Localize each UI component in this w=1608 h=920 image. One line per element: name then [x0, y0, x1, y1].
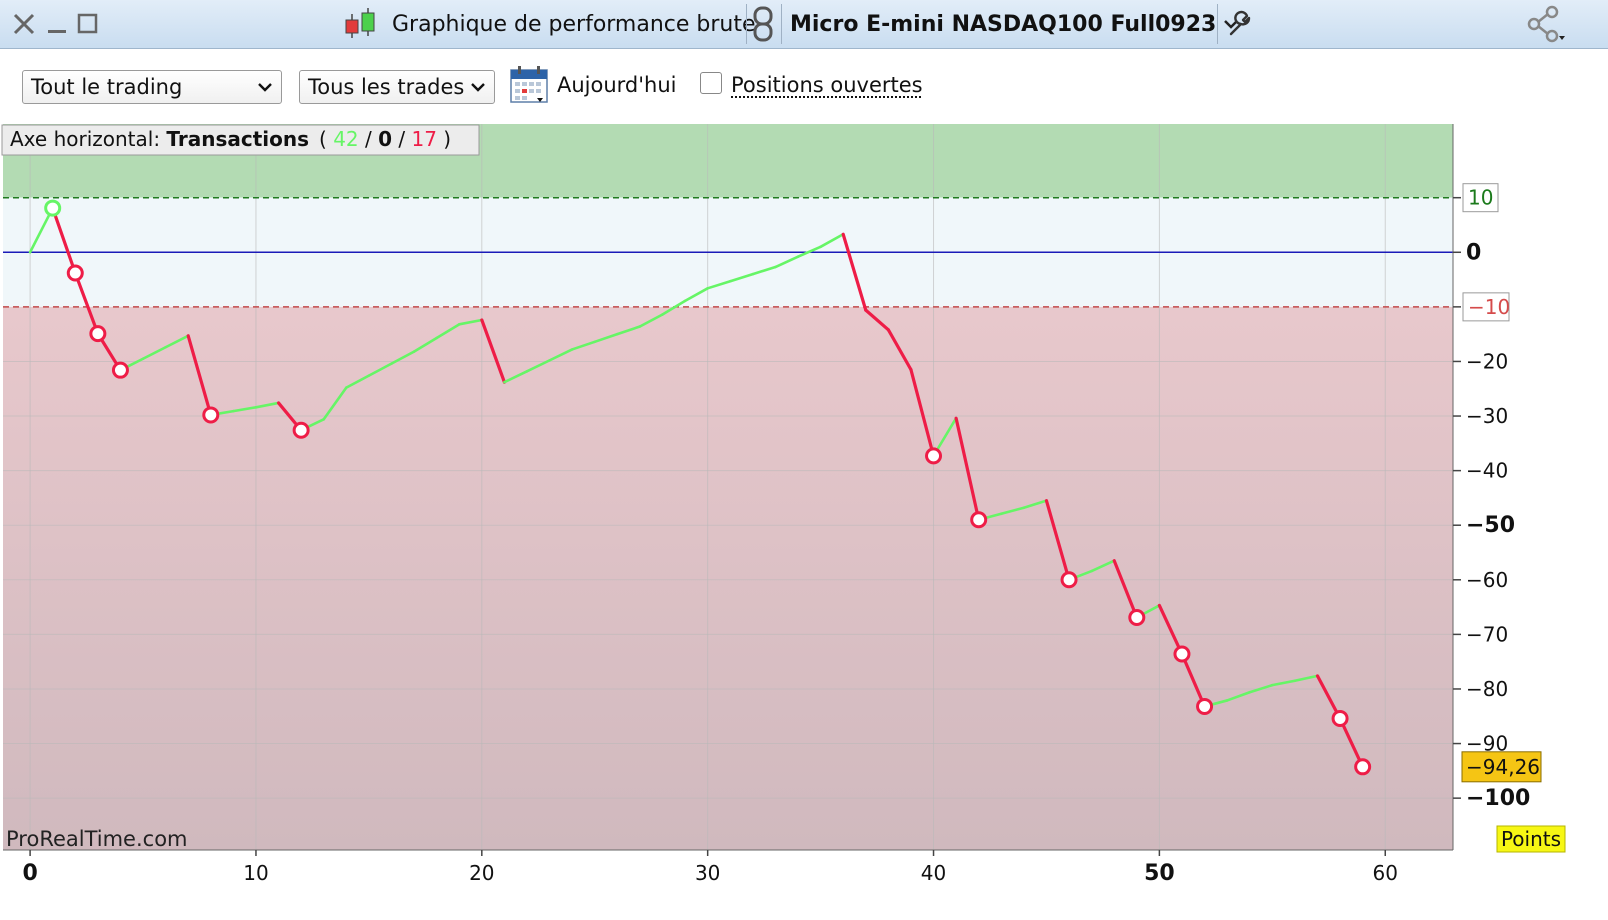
maximize-button[interactable]: [77, 0, 99, 48]
x-axis-ticks: 0 10 20 30 40 50 60: [22, 850, 1398, 886]
unit-badge: Points: [1496, 825, 1566, 853]
loss-marker: [66, 264, 84, 282]
loss-marker: [1060, 571, 1078, 589]
legend-text: Axe horizontal: Transactions ( 42 / 0 / 1…: [10, 127, 451, 151]
loss-marker: [970, 511, 988, 529]
period-select-value: Tout le trading: [31, 75, 183, 99]
legend: Axe horizontal: Transactions ( 42 / 0 / 1…: [1, 124, 480, 156]
x-tick-label: 10: [243, 861, 268, 885]
candlestick-icon: [345, 8, 375, 38]
watermark: ProRealTime.com: [6, 827, 188, 851]
close-button[interactable]: [12, 0, 36, 48]
window-title: Graphique de performance brute: [392, 11, 756, 37]
upper-threshold-badge: 10: [1462, 183, 1499, 213]
y-tick-label: −40: [1466, 459, 1508, 483]
x-tick-label: 0: [22, 861, 37, 886]
legend-wins: 42: [333, 127, 358, 151]
x-tick-label: 50: [1144, 861, 1175, 886]
open-positions-checkbox[interactable]: [700, 72, 722, 94]
calendar-button[interactable]: [509, 64, 551, 110]
y-tick-label: −50: [1466, 513, 1515, 538]
loss-marker: [1331, 709, 1349, 727]
last-value-label: −94,26: [1466, 755, 1540, 779]
x-tick-label: 60: [1373, 861, 1398, 885]
y-tick-label: −100: [1466, 786, 1530, 811]
settings-button[interactable]: [1226, 0, 1254, 48]
legend-losses: 17: [411, 127, 436, 151]
y-tick-label: 0: [1466, 240, 1481, 265]
close-icon: [13, 13, 35, 35]
legend-open-paren: (: [319, 127, 333, 151]
link-button[interactable]: [752, 0, 774, 48]
chevron-down-icon: [258, 83, 272, 92]
y-tick-label: −80: [1466, 677, 1508, 701]
loss-marker: [1173, 645, 1191, 663]
wrench-icon: [1229, 10, 1251, 36]
instrument-name: Micro E-mini NASDAQ100 Full0923: [790, 11, 1217, 37]
loss-marker: [925, 447, 943, 465]
lower-threshold-zone: [3, 306, 1453, 851]
lower-threshold-label: −10: [1468, 295, 1510, 319]
legend-close-paren: ): [437, 127, 451, 151]
legend-sep: /: [392, 127, 411, 151]
legend-prefix: Axe horizontal:: [10, 127, 166, 151]
gain-marker: [44, 199, 62, 217]
y-tick-label: −70: [1466, 622, 1508, 646]
loss-marker: [202, 406, 220, 424]
last-value-badge: −94,26: [1461, 751, 1542, 783]
y-tick-label: −30: [1466, 404, 1508, 428]
legend-sep: /: [359, 127, 378, 151]
share-button[interactable]: [1526, 0, 1566, 48]
loss-marker: [89, 325, 107, 343]
unit-label: Points: [1501, 827, 1561, 851]
legend-neutral: 0: [378, 127, 392, 151]
upper-threshold-label: 10: [1468, 186, 1493, 210]
minimize-icon: [48, 30, 66, 33]
link-icon: [753, 6, 773, 42]
separator: [1217, 4, 1218, 44]
separator: [746, 4, 747, 44]
candlestick-icon-wrap: [343, 0, 379, 48]
open-positions-label[interactable]: Positions ouvertes: [731, 70, 923, 100]
separator: [781, 4, 782, 44]
y-axis-ticks: 0−20−30−40−50−60−70−80−90−100: [1453, 196, 1530, 811]
x-tick-label: 40: [921, 861, 946, 885]
instrument-selector[interactable]: Micro E-mini NASDAQ100 Full0923: [790, 0, 1240, 48]
x-tick-label: 30: [695, 861, 720, 885]
lower-threshold-badge: −10: [1462, 292, 1510, 322]
loss-marker: [292, 421, 310, 439]
loss-marker: [1196, 697, 1214, 715]
y-tick-label: −20: [1466, 349, 1508, 373]
loss-marker: [1128, 608, 1146, 626]
today-label[interactable]: Aujourd'hui: [557, 70, 677, 100]
minimize-button[interactable]: [46, 0, 68, 48]
chart-area: 0 −20 −30 −40 −50 −60 −70 −80 −90 −100 0 10 20 30 40 5…: [0, 124, 1608, 920]
period-select[interactable]: Tout le trading: [22, 70, 282, 104]
trades-select[interactable]: Tous les trades: [299, 70, 495, 104]
share-icon: [1527, 5, 1565, 43]
chevron-down-icon: [471, 83, 485, 92]
trades-select-value: Tous les trades: [308, 75, 465, 99]
calendar-icon: [510, 66, 548, 103]
legend-name: Transactions: [166, 127, 309, 151]
maximize-icon: [77, 13, 98, 34]
y-tick-label: −60: [1466, 568, 1508, 592]
x-tick-label: 20: [469, 861, 494, 885]
loss-marker: [111, 361, 129, 379]
title-bar: Graphique de performance brute Micro E-m…: [0, 0, 1608, 49]
performance-chart: 0−20−30−40−50−60−70−80−90−100 0 10 20 30 40 5…: [1, 124, 1566, 886]
loss-marker: [1354, 758, 1372, 776]
